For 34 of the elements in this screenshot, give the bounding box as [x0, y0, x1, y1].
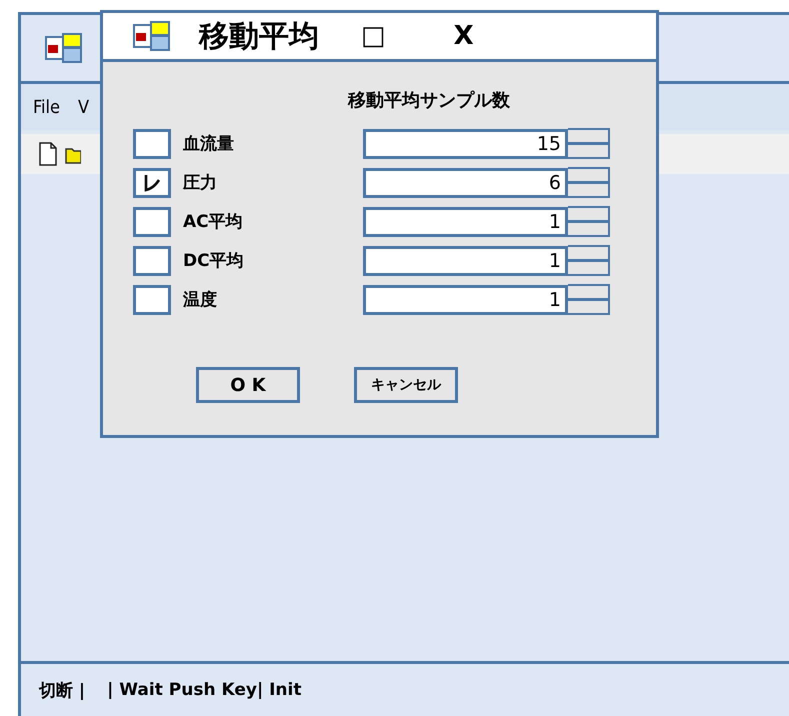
spinner[interactable]: [568, 167, 610, 198]
checkbox-label: DC平均: [183, 250, 245, 272]
checkbox-label: 血流量: [183, 133, 235, 155]
menu-item[interactable]: File: [33, 96, 60, 118]
check-icon: [143, 174, 161, 192]
number-field[interactable]: 15: [363, 128, 568, 158]
menu-item[interactable]: V: [78, 96, 90, 118]
checkbox[interactable]: [133, 246, 171, 276]
app-icon: [45, 33, 83, 63]
dialog-title: 移動平均: [199, 18, 319, 56]
number-field[interactable]: 6: [363, 168, 568, 198]
maximize-button[interactable]: □: [361, 21, 386, 51]
number-field[interactable]: 1: [363, 284, 568, 314]
new-file-icon[interactable]: [39, 142, 57, 166]
checkbox-label: AC平均: [183, 211, 244, 233]
column-header: 移動平均サンプル数: [348, 89, 511, 112]
number-field[interactable]: 1: [363, 246, 568, 276]
cancel-button[interactable]: キャンセル: [354, 367, 458, 403]
checkbox-label: 圧力: [183, 172, 218, 194]
spinner[interactable]: [568, 245, 610, 276]
spinner[interactable]: [568, 206, 610, 237]
app-icon: [133, 21, 171, 51]
close-button[interactable]: X: [454, 21, 474, 51]
checkbox[interactable]: [133, 128, 171, 158]
spinner[interactable]: [568, 128, 610, 159]
number-field[interactable]: 1: [363, 206, 568, 236]
checkbox[interactable]: [133, 206, 171, 236]
checkbox[interactable]: [133, 168, 171, 198]
checkbox[interactable]: [133, 284, 171, 314]
spinner[interactable]: [568, 284, 610, 315]
status-text: 切断 |: [39, 680, 86, 702]
status-text: | Wait Push Key| Init: [107, 680, 302, 700]
ok-button[interactable]: O K: [196, 367, 300, 403]
checkbox-label: 温度: [183, 289, 218, 311]
